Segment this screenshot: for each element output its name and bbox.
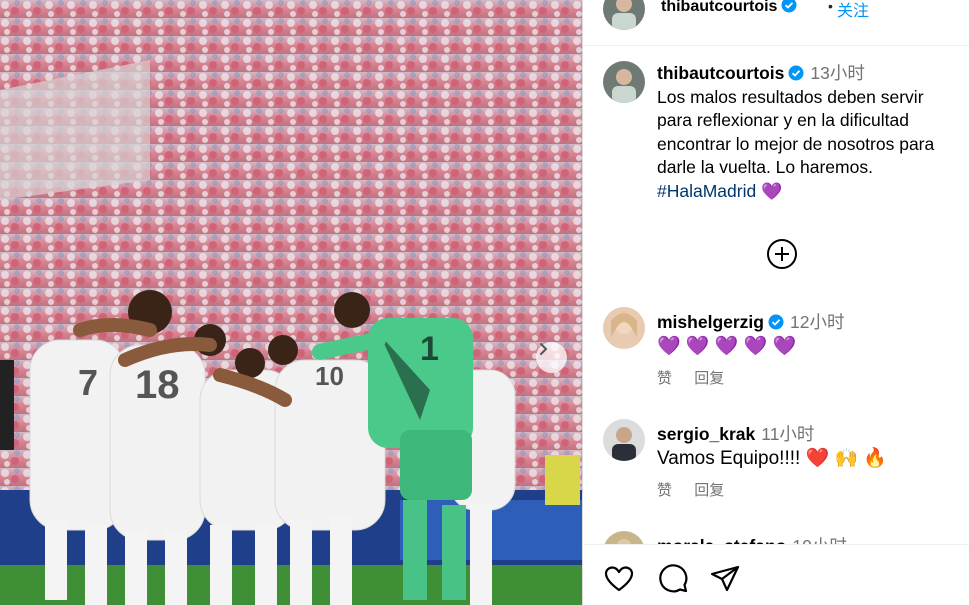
verified-badge-icon — [788, 65, 804, 81]
plus-circle-icon — [767, 239, 797, 269]
verified-badge-icon — [768, 314, 784, 330]
like-comment-button[interactable]: 赞 — [657, 370, 672, 387]
hashtag-link[interactable]: #HalaMadrid — [657, 181, 756, 201]
avatar-photo — [603, 307, 645, 349]
jersey-number-7: 7 — [78, 362, 98, 403]
post-side-panel: thibautcourtois • 关注 thibautcourtois 13小… — [582, 0, 969, 605]
author-username-text[interactable]: thibautcourtois — [661, 0, 777, 15]
chevron-right-icon — [540, 343, 548, 355]
comment-text: 💜 💜 💜 💜 💜 — [657, 336, 797, 357]
instagram-post-view: 7 18 1 10 thibautcourtois • 关注 thibautco… — [0, 0, 969, 605]
jersey-number-1: 1 — [420, 330, 439, 368]
team-huddle-illustration: 7 18 1 10 — [0, 0, 582, 605]
load-more-comments-button[interactable] — [766, 238, 798, 270]
caption-time: 13小时 — [810, 63, 865, 83]
comment-button[interactable] — [657, 563, 689, 595]
paper-plane-icon — [710, 565, 740, 592]
heart-icon — [604, 566, 634, 592]
commenter-avatar[interactable] — [603, 307, 645, 349]
comment-actions: 赞 回复 — [657, 367, 742, 388]
avatar-photo — [603, 419, 645, 461]
comment-header: mishelgerzig 12小时 — [657, 309, 844, 334]
share-button[interactable] — [709, 563, 741, 595]
comments-scroll-area[interactable]: thibautcourtois 13小时 Los malos resultado… — [583, 46, 969, 544]
post-photo[interactable]: 7 18 1 10 — [0, 0, 582, 605]
post-actions-bar — [583, 544, 969, 605]
caption-text: Los malos resultados deben servir para r… — [657, 86, 935, 178]
comment-time: 10小时 — [792, 536, 846, 544]
reply-comment-button[interactable]: 回复 — [694, 482, 724, 499]
caption-author-avatar[interactable] — [603, 61, 645, 103]
avatar-photo — [603, 0, 645, 30]
commenter-username[interactable]: sergio_krak — [657, 424, 755, 444]
reply-comment-button[interactable]: 回复 — [694, 370, 724, 387]
avatar-photo — [603, 61, 645, 103]
next-photo-button[interactable] — [536, 342, 567, 373]
caption-username[interactable]: thibautcourtois — [657, 63, 784, 83]
like-comment-button[interactable]: 赞 — [657, 482, 672, 499]
author-username[interactable]: thibautcourtois — [661, 0, 797, 16]
jersey-number-18: 18 — [135, 363, 180, 407]
avatar-photo — [603, 531, 645, 544]
commenter-avatar[interactable] — [603, 419, 645, 461]
verified-badge-icon — [781, 0, 797, 13]
comment-time: 11小时 — [761, 424, 815, 444]
post-caption: thibautcourtois 13小时 Los malos resultado… — [657, 62, 957, 203]
comment-bubble-icon — [659, 564, 688, 593]
follow-button[interactable]: 关注 — [837, 0, 869, 21]
commenter-username[interactable]: mishelgerzig — [657, 312, 764, 332]
commenter-username[interactable]: morala_stefano — [657, 536, 786, 544]
jersey-number-10: 10 — [315, 361, 344, 391]
post-header: thibautcourtois • 关注 — [583, 0, 969, 46]
comment-header: morala_stefano 10小时 — [657, 533, 847, 544]
author-avatar[interactable] — [603, 0, 645, 30]
like-button[interactable] — [603, 563, 635, 595]
comment-actions: 赞 回复 — [657, 479, 742, 500]
comment-text: Vamos Equipo!!!! ❤️ 🙌 🔥 — [657, 448, 888, 469]
comment-time: 12小时 — [789, 312, 845, 332]
purple-heart-emoji: 💜 — [761, 181, 783, 201]
comment-header: sergio_krak 11小时 — [657, 421, 814, 446]
separator-dot: • — [828, 0, 833, 14]
commenter-avatar[interactable] — [603, 531, 645, 544]
